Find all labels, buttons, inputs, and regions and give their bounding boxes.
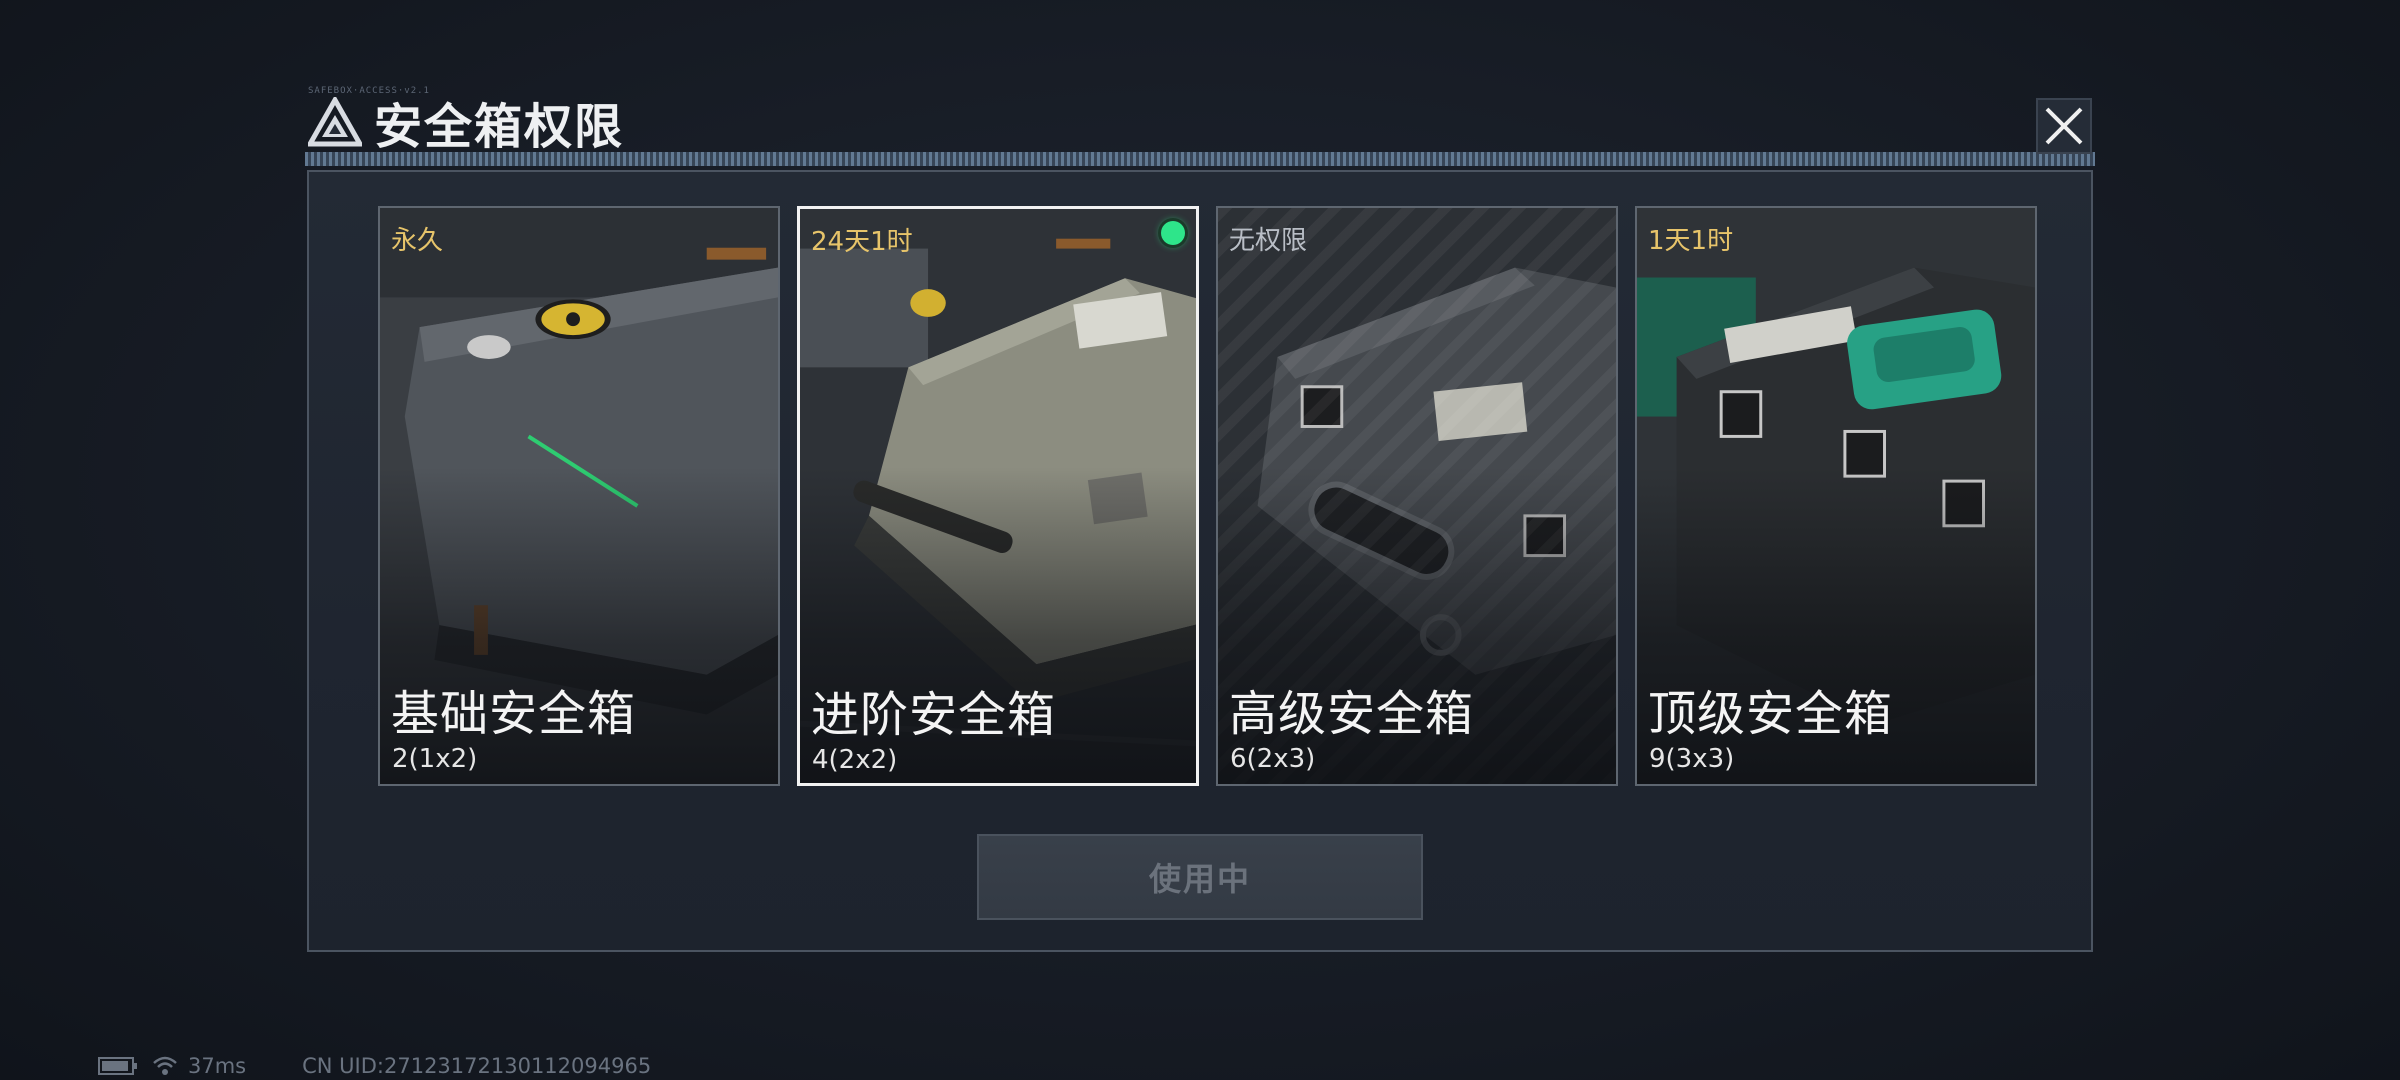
- active-indicator: [1161, 221, 1185, 245]
- safebox-card-top[interactable]: 1天1时 顶级安全箱 9(3x3): [1635, 206, 2037, 786]
- dialog-header: SAFEBOX·ACCESS·v2.1 安全箱权限: [308, 86, 624, 155]
- in-use-button[interactable]: 使用中: [977, 834, 1423, 920]
- card-size: 6(2x3): [1230, 744, 1316, 774]
- status-footer: 37ms CN UID:27123172130112094965: [98, 1052, 651, 1080]
- card-size: 9(3x3): [1649, 744, 1735, 774]
- wifi-icon: [153, 1056, 177, 1075]
- battery-icon: [98, 1057, 137, 1075]
- user-uid: CN UID:27123172130112094965: [302, 1054, 652, 1078]
- safebox-card-advanced[interactable]: 24天1时 进阶安全箱 4(2x2): [797, 206, 1199, 786]
- ping-value: 37ms: [188, 1054, 247, 1078]
- screen: SAFEBOX·ACCESS·v2.1 安全箱权限 永久 基础安全箱 2(1x2…: [0, 0, 2400, 1080]
- card-name: 基础安全箱: [391, 686, 637, 742]
- card-status: 1天1时: [1648, 226, 1734, 256]
- safebox-card-basic[interactable]: 永久 基础安全箱 2(1x2): [378, 206, 780, 786]
- header-tag: SAFEBOX·ACCESS·v2.1: [308, 86, 430, 96]
- card-status: 24天1时: [811, 227, 913, 257]
- close-icon[interactable]: [2036, 98, 2092, 154]
- dialog-title: 安全箱权限: [374, 99, 625, 155]
- card-name: 高级安全箱: [1229, 686, 1475, 742]
- logo-icon: [308, 97, 362, 147]
- card-status: 永久: [391, 226, 444, 256]
- card-status: 无权限: [1229, 226, 1308, 256]
- card-size: 2(1x2): [392, 744, 478, 774]
- card-name: 进阶安全箱: [811, 687, 1057, 743]
- safebox-card-senior[interactable]: 无权限 高级安全箱 6(2x3): [1216, 206, 1618, 786]
- card-name: 顶级安全箱: [1648, 686, 1894, 742]
- card-size: 4(2x2): [812, 745, 898, 775]
